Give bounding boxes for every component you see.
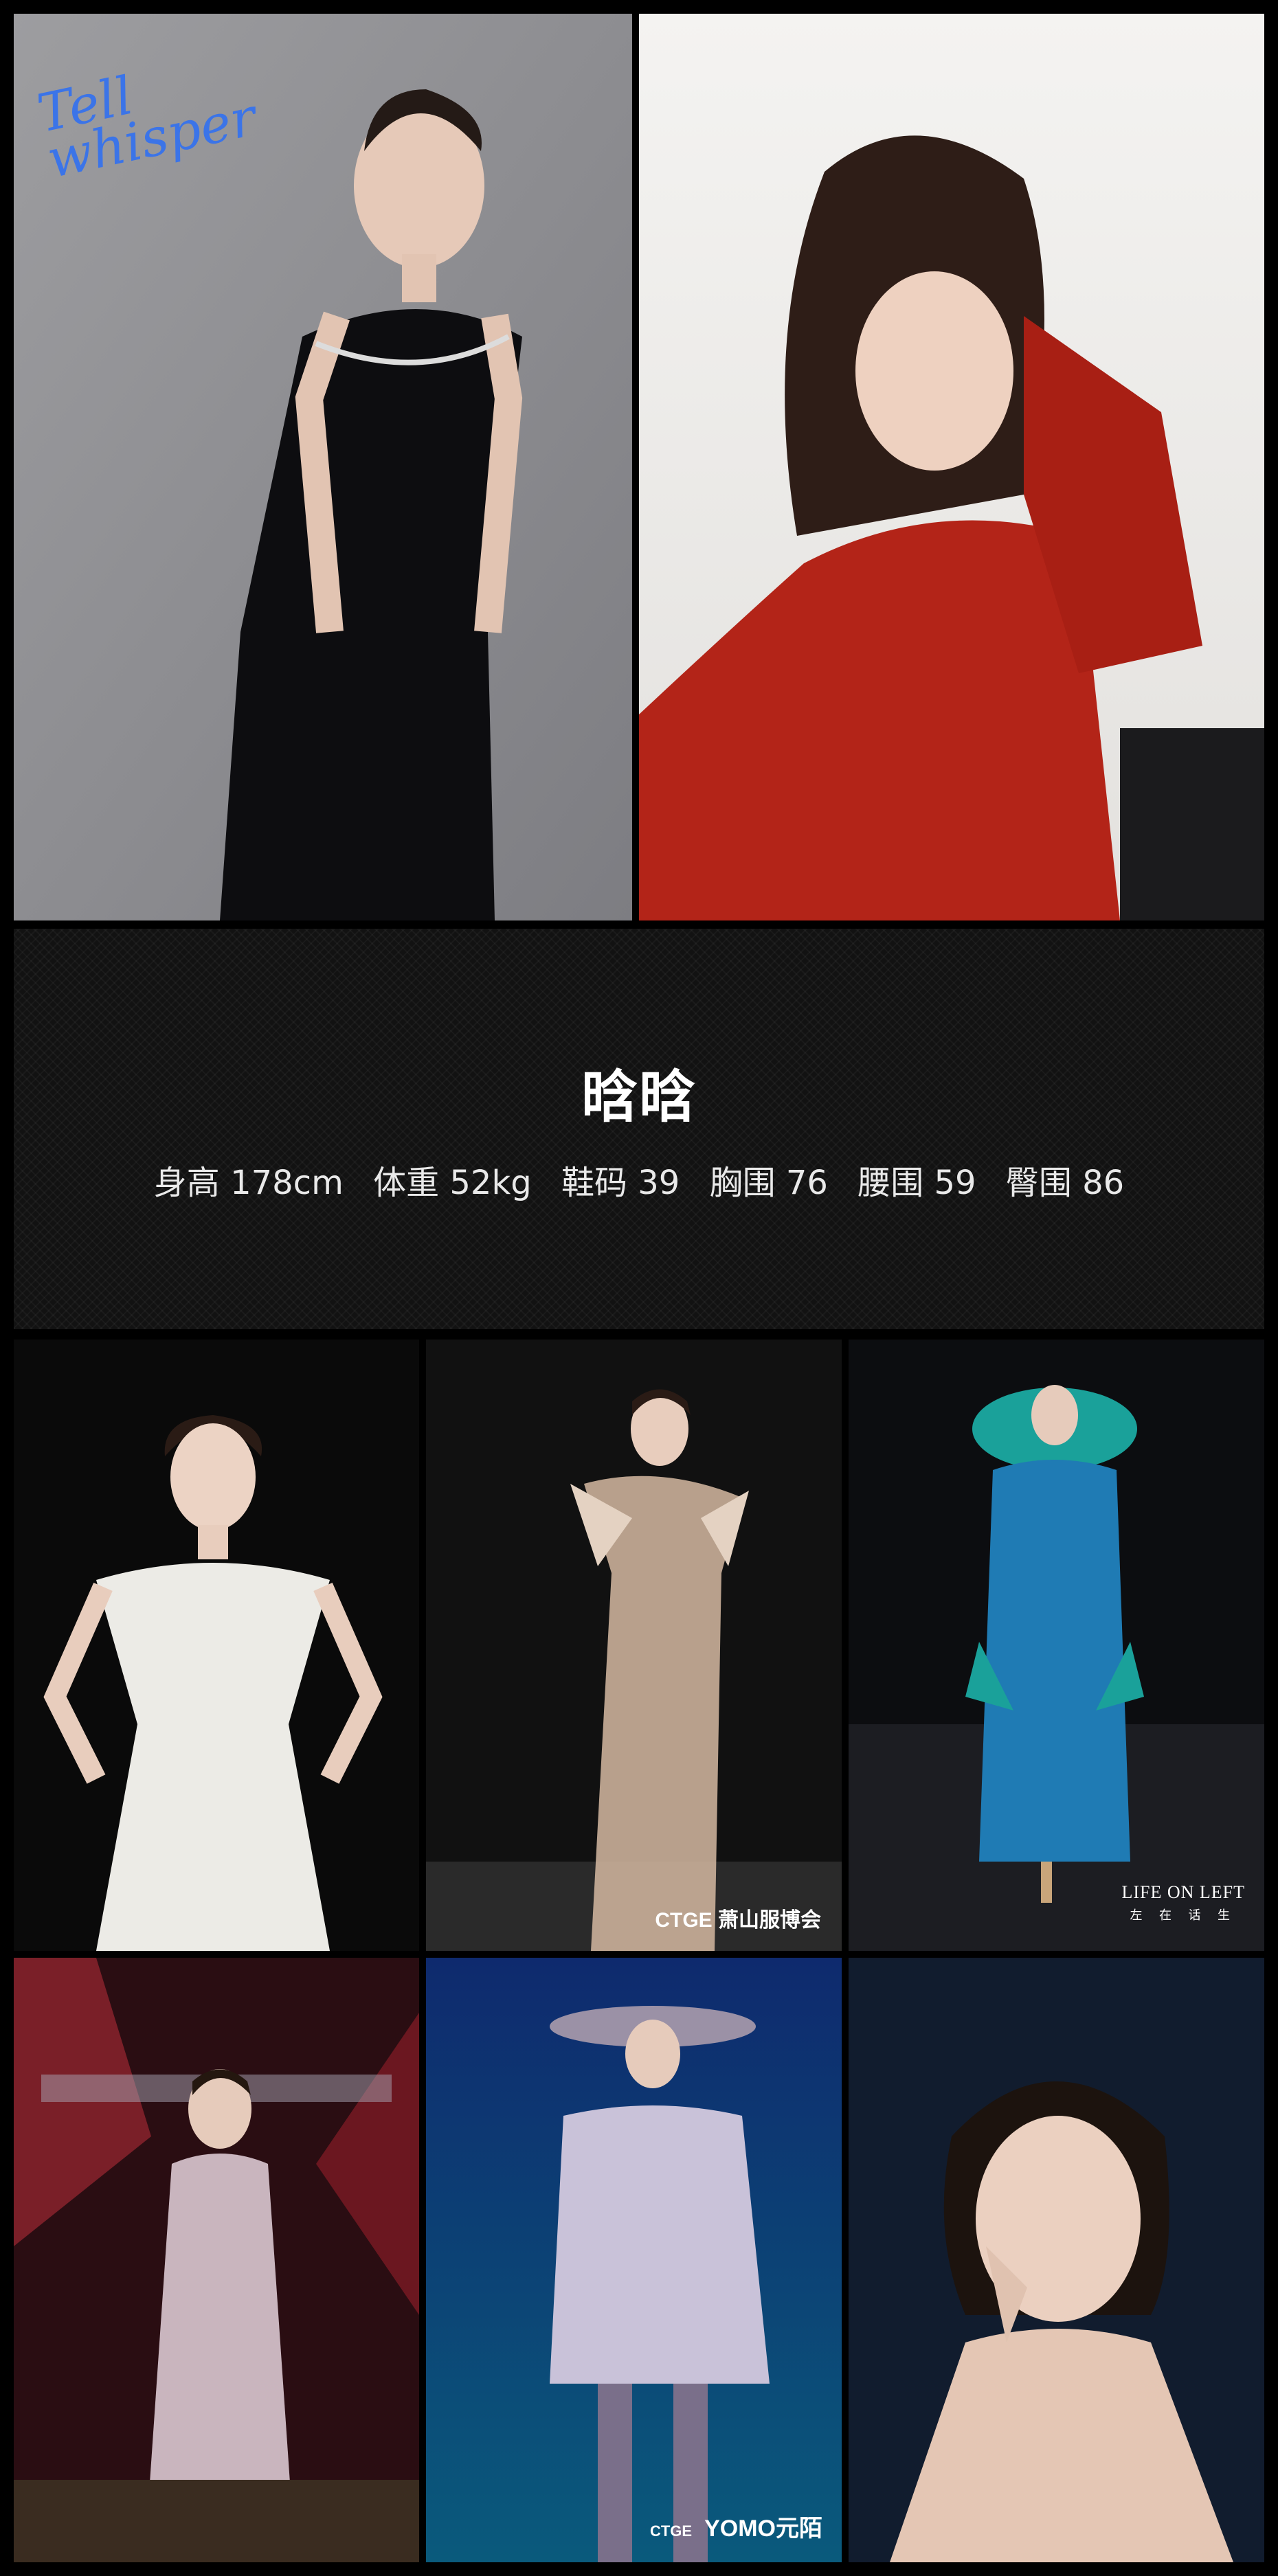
stat-waist-value: 59 bbox=[934, 1164, 976, 1202]
watermark-life-on-left-text: LIFE ON LEFT bbox=[1121, 1882, 1245, 1902]
photo-red-dress-image bbox=[639, 14, 1264, 920]
stat-waist-label: 腰围 bbox=[857, 1164, 924, 1202]
stat-bust-label: 胸围 bbox=[709, 1164, 776, 1202]
stat-height-label: 身高 bbox=[153, 1164, 220, 1202]
stat-height-value: 178cm bbox=[230, 1164, 344, 1202]
photo-beauty-portrait bbox=[849, 1958, 1264, 2562]
stat-hip-label: 臀围 bbox=[1005, 1164, 1072, 1202]
stat-height: 身高 178cm bbox=[154, 1164, 344, 1202]
stat-hip-value: 86 bbox=[1082, 1164, 1125, 1202]
photo-beauty-portrait-image bbox=[849, 1958, 1264, 2562]
photo-lavender-trench-image bbox=[426, 1958, 842, 2562]
watermark-yomo-text: YOMO元陌 bbox=[704, 2516, 822, 2542]
photo-silver-gown-image bbox=[14, 1958, 419, 2562]
photo-nude-gown-image bbox=[426, 1340, 842, 1951]
watermark-ctge: CTGE 萧山服博会 bbox=[655, 1909, 821, 1932]
photo-silver-gown bbox=[14, 1958, 419, 2562]
watermark-life-on-left: LIFE ON LEFT 左 在 话 生 bbox=[1121, 1882, 1245, 1923]
photo-teal-runway: LIFE ON LEFT 左 在 话 生 bbox=[849, 1340, 1264, 1951]
profile-band: 晗晗 身高 178cm 体重 52kg 鞋码 39 胸围 76 腰围 59 臀围… bbox=[14, 929, 1264, 1329]
watermark-life-on-left-sub: 左 在 话 生 bbox=[1130, 1908, 1237, 1922]
stat-hip: 臀围 86 bbox=[1006, 1164, 1124, 1202]
photo-red-dress bbox=[639, 14, 1264, 920]
model-name: 晗晗 bbox=[581, 1065, 697, 1130]
stat-bust-value: 76 bbox=[785, 1164, 828, 1202]
photo-lavender-trench: CTGE YOMO元陌 bbox=[426, 1958, 842, 2562]
stat-shoe: 鞋码 39 bbox=[561, 1164, 680, 1202]
photo-white-bridal-image bbox=[14, 1340, 419, 1951]
measurements: 身高 178cm 体重 52kg 鞋码 39 胸围 76 腰围 59 臀围 86 bbox=[14, 1155, 1264, 1204]
watermark-ctge-small: CTGE bbox=[649, 2522, 693, 2540]
stat-shoe-value: 39 bbox=[638, 1164, 680, 1202]
stat-waist: 腰围 59 bbox=[857, 1164, 976, 1202]
stat-shoe-label: 鞋码 bbox=[561, 1164, 627, 1202]
photo-white-bridal bbox=[14, 1340, 419, 1951]
photo-teal-runway-image bbox=[849, 1340, 1264, 1951]
watermark-yomo: CTGE YOMO元陌 bbox=[650, 2509, 822, 2543]
stat-bust: 胸围 76 bbox=[710, 1164, 828, 1202]
photo-black-gown: Tell whisper bbox=[14, 14, 632, 920]
model-comp-card: Tell whisper 晗晗 身高 178cm 体重 52kg 鞋码 39 胸围 bbox=[0, 0, 1278, 2576]
photo-nude-gown: CTGE 萧山服博会 bbox=[426, 1340, 842, 1951]
stat-weight-value: 52kg bbox=[449, 1164, 532, 1202]
stat-weight-label: 体重 bbox=[373, 1164, 440, 1202]
stat-weight: 体重 52kg bbox=[373, 1164, 532, 1202]
